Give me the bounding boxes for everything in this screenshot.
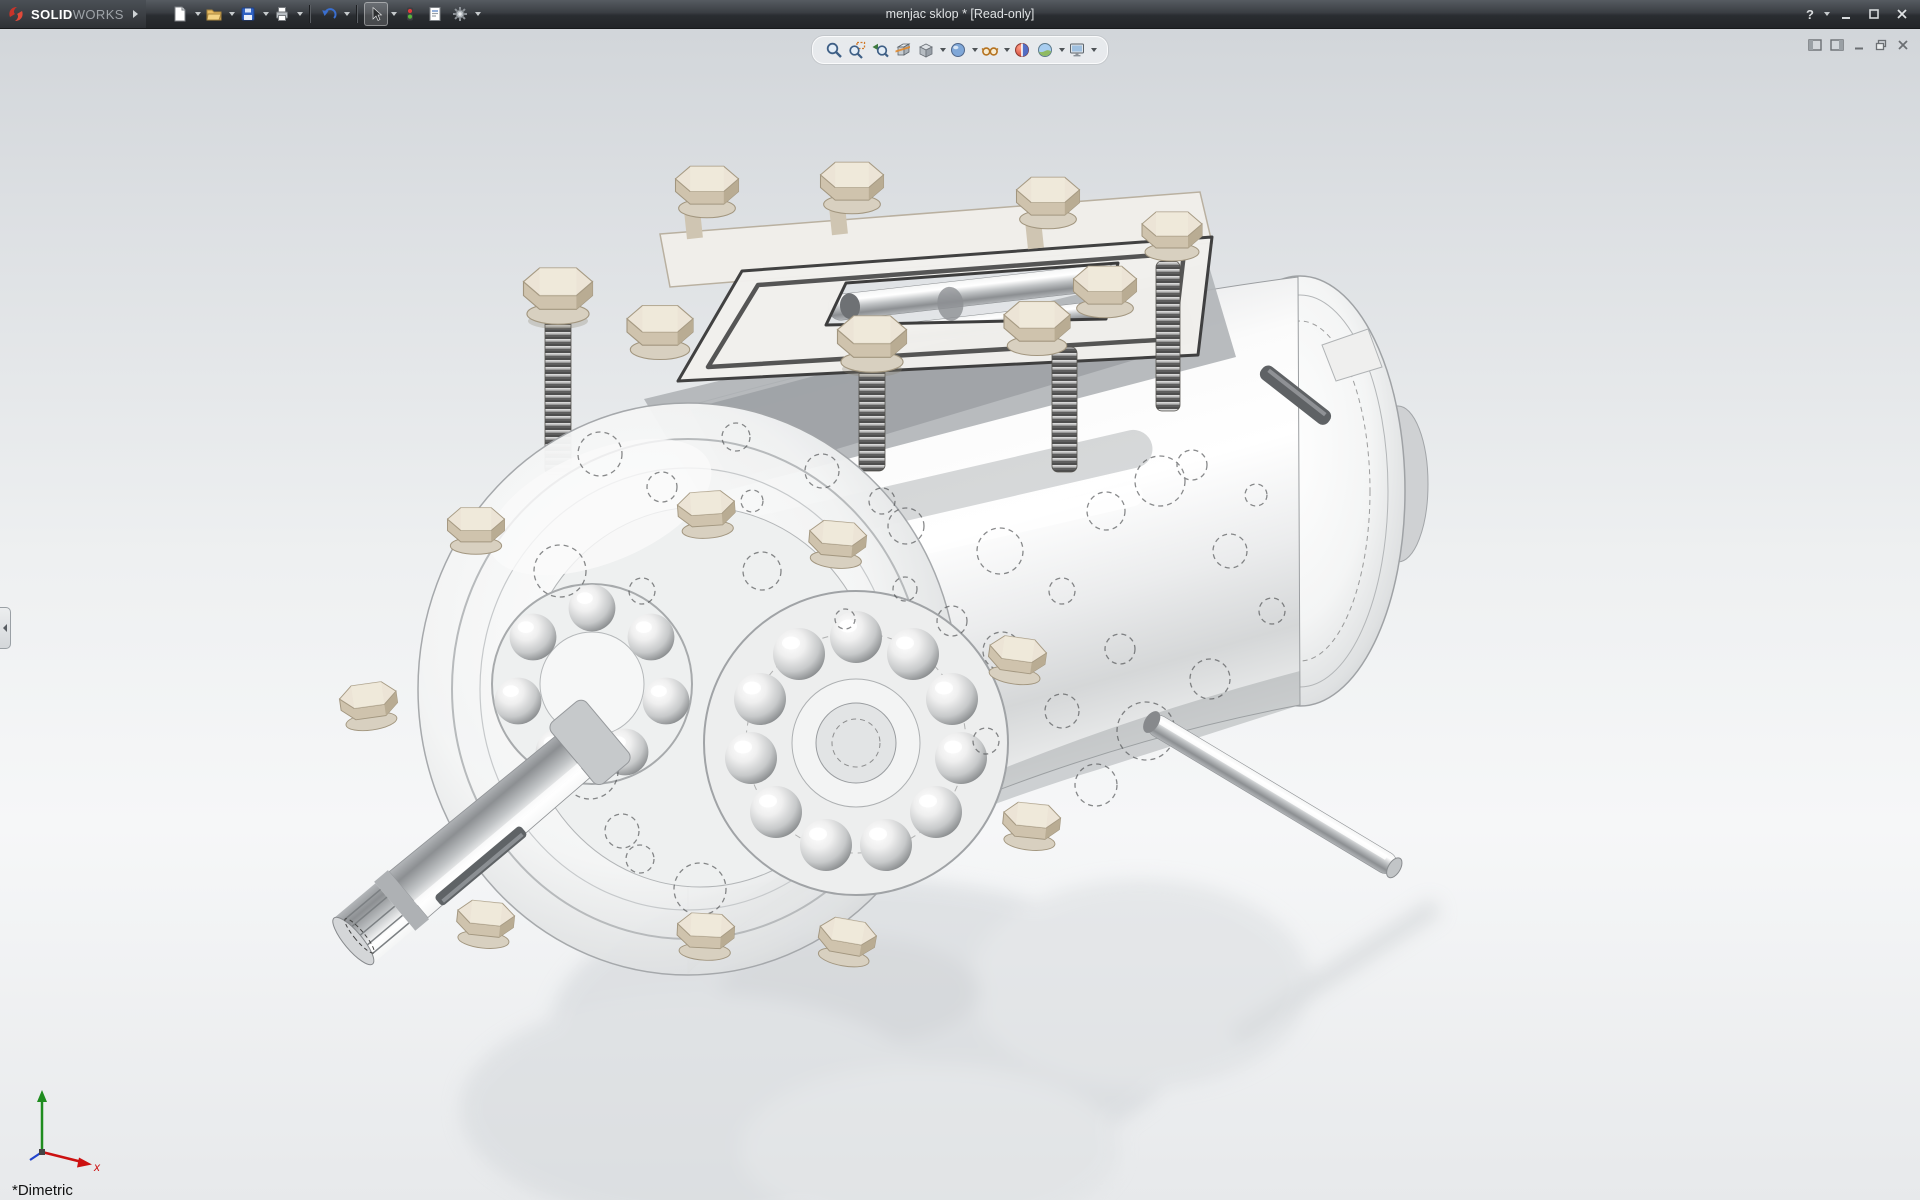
apply-scene-dropdown-arrow[interactable] bbox=[1059, 48, 1065, 52]
doc-close-icon bbox=[1897, 39, 1909, 51]
print-button[interactable] bbox=[270, 2, 294, 26]
rebuild-button[interactable] bbox=[398, 2, 422, 26]
close-button[interactable] bbox=[1889, 5, 1914, 24]
zoom-to-fit-icon bbox=[825, 41, 843, 59]
svg-text:x: x bbox=[93, 1160, 101, 1174]
collapse-arrow-icon bbox=[3, 624, 7, 632]
previous-view-icon bbox=[871, 41, 889, 59]
view-settings-button[interactable] bbox=[1066, 39, 1088, 61]
solidworks-wordmark: SOLIDWORKS bbox=[31, 7, 124, 22]
apply-scene-button[interactable] bbox=[1034, 39, 1056, 61]
view-settings-monitor-icon bbox=[1068, 41, 1086, 59]
pane-right-icon bbox=[1830, 39, 1844, 51]
help-dropdown-arrow[interactable] bbox=[1824, 12, 1830, 16]
solidworks-brand: SOLIDWORKS bbox=[0, 0, 146, 28]
section-view-button[interactable] bbox=[892, 39, 914, 61]
view-orientation-cube-icon bbox=[917, 41, 935, 59]
hide-show-items-button[interactable] bbox=[979, 39, 1001, 61]
print-dropdown-arrow[interactable] bbox=[297, 12, 303, 16]
triad-origin bbox=[39, 1149, 45, 1155]
edit-appearance-ball-icon bbox=[1013, 41, 1031, 59]
file-properties-icon bbox=[427, 6, 443, 22]
rebuild-traffic-light-icon bbox=[402, 6, 418, 22]
heads-up-view-toolbar bbox=[812, 36, 1108, 64]
help-button[interactable]: ? bbox=[1801, 7, 1819, 22]
save-floppy-icon bbox=[240, 6, 256, 22]
section-view-icon bbox=[894, 41, 912, 59]
select-dropdown-arrow[interactable] bbox=[391, 12, 397, 16]
undo-arrow-icon bbox=[321, 6, 337, 22]
model-3d-scene[interactable] bbox=[0, 29, 1920, 1200]
doc-minimize-button[interactable] bbox=[1850, 37, 1868, 53]
pane-left-icon bbox=[1808, 39, 1822, 51]
edit-appearance-button[interactable] bbox=[1011, 39, 1033, 61]
view-settings-dropdown-arrow[interactable] bbox=[1091, 48, 1097, 52]
zoom-to-fit-button[interactable] bbox=[823, 39, 845, 61]
window-controls: ? bbox=[1801, 0, 1914, 28]
display-pane-right-toggle[interactable] bbox=[1828, 37, 1846, 53]
options-button[interactable] bbox=[448, 2, 472, 26]
doc-restore-button[interactable] bbox=[1872, 37, 1890, 53]
orientation-triad: x bbox=[16, 1080, 106, 1175]
triad-y-axis bbox=[37, 1090, 47, 1152]
save-dropdown-arrow[interactable] bbox=[263, 12, 269, 16]
new-button[interactable] bbox=[168, 2, 192, 26]
featuremanager-collapse-tab[interactable] bbox=[0, 607, 11, 649]
display-style-icon bbox=[949, 41, 967, 59]
close-icon bbox=[1896, 8, 1908, 20]
display-style-dropdown-arrow[interactable] bbox=[972, 48, 978, 52]
open-dropdown-arrow[interactable] bbox=[229, 12, 235, 16]
undo-dropdown-arrow[interactable] bbox=[344, 12, 350, 16]
save-button[interactable] bbox=[236, 2, 260, 26]
dassault-systemes-logo bbox=[6, 4, 26, 24]
zoom-to-area-button[interactable] bbox=[846, 39, 868, 61]
options-dropdown-arrow[interactable] bbox=[475, 12, 481, 16]
doc-minimize-icon bbox=[1853, 39, 1865, 51]
title-bar: SOLIDWORKS bbox=[0, 0, 1920, 29]
view-orientation-button[interactable] bbox=[915, 39, 937, 61]
new-document-icon bbox=[172, 6, 188, 22]
new-dropdown-arrow[interactable] bbox=[195, 12, 201, 16]
menubar-toolbar bbox=[168, 2, 481, 26]
previous-view-button[interactable] bbox=[869, 39, 891, 61]
window-title: menjac sklop * [Read-only] bbox=[886, 0, 1035, 28]
open-button[interactable] bbox=[202, 2, 226, 26]
print-icon bbox=[274, 6, 290, 22]
options-gear-icon bbox=[452, 6, 468, 22]
display-pane-left-toggle[interactable] bbox=[1806, 37, 1824, 53]
maximize-icon bbox=[1868, 8, 1880, 20]
minimize-button[interactable] bbox=[1833, 5, 1858, 24]
document-window-controls bbox=[1806, 37, 1912, 53]
view-orientation-label: *Dimetric bbox=[12, 1182, 73, 1199]
doc-restore-icon bbox=[1875, 39, 1887, 51]
select-cursor-icon bbox=[368, 6, 384, 22]
display-style-button[interactable] bbox=[947, 39, 969, 61]
select-button[interactable] bbox=[364, 2, 388, 26]
zoom-to-area-icon bbox=[848, 41, 866, 59]
hide-show-items-dropdown-arrow[interactable] bbox=[1004, 48, 1010, 52]
doc-close-button[interactable] bbox=[1894, 37, 1912, 53]
hide-show-glasses-icon bbox=[981, 41, 999, 59]
view-orientation-dropdown-arrow[interactable] bbox=[940, 48, 946, 52]
undo-button[interactable] bbox=[317, 2, 341, 26]
open-folder-icon bbox=[206, 6, 222, 22]
minimize-icon bbox=[1840, 8, 1852, 20]
apply-scene-icon bbox=[1036, 41, 1054, 59]
triad-x-axis: x bbox=[42, 1152, 101, 1174]
maximize-button[interactable] bbox=[1861, 5, 1886, 24]
toolbar-separator bbox=[356, 5, 358, 23]
menu-expand-arrow[interactable] bbox=[133, 10, 138, 18]
file-properties-button[interactable] bbox=[423, 2, 447, 26]
graphics-viewport[interactable]: x *Dimetric bbox=[0, 29, 1920, 1200]
toolbar-separator bbox=[309, 5, 311, 23]
